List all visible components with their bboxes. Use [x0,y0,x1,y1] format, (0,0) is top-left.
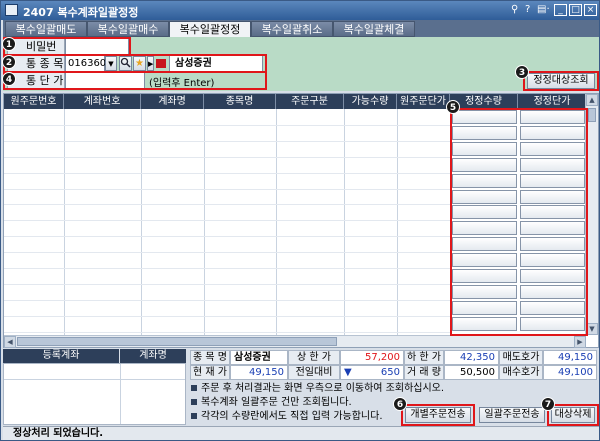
quote-stock-name-label: 종 목 명 [190,350,230,365]
quote-stock-name: 삼성증권 [230,350,288,365]
marker-6: 6 [393,397,407,411]
grid-row-divider [4,252,450,253]
grid-row-divider [4,220,450,221]
help-icon[interactable]: ? [525,4,530,15]
grid-column-divider [141,109,142,335]
tab-bar: 복수일괄매도 복수일괄매수 복수일괄정정 복수일괄취소 복수일괄체결 [3,20,599,38]
bottom-panel: 등록계좌 계좌명 종 목 명 삼성증권 상 한 가 57,200 하 한 가 4… [3,349,599,426]
bullet-icon [191,413,197,419]
marker-7: 7 [541,397,555,411]
highlight-clear [547,404,599,426]
grid-row-divider [4,157,450,158]
tab-batch-fill[interactable]: 복수일괄체결 [333,21,415,37]
grid-row-divider [4,316,450,317]
scroll-thumb[interactable] [588,108,596,122]
order-form: 비밀번호 1 통 종 목 016360 ▼ ★ ▶ 삼성증권 2 통 단 가 (… [2,37,599,91]
highlight-query [523,71,599,91]
tab-batch-sell[interactable]: 복수일괄매도 [5,21,87,37]
highlight-price [3,71,267,90]
volume-value: 50,500 [444,365,499,380]
ask-label: 매도호가 [499,350,543,365]
ask-value: 49,150 [543,350,597,365]
bullet-icon [191,385,197,391]
menu-icon[interactable]: ▤· [537,4,550,15]
hscroll-thumb[interactable] [17,337,337,346]
app-icon [5,4,18,16]
marker-1: 1 [2,37,16,51]
highlight-modify-columns [450,108,588,336]
marker-4: 4 [2,72,16,86]
scroll-up-icon[interactable]: ▲ [586,94,598,106]
bullet-icon [191,399,197,405]
grid-header: 원주문번호 계좌번호 계좌명 종목명 주문구분 가능수량 원주문단가 정정수량 … [4,94,586,109]
horizontal-scrollbar[interactable]: ◀ ▶ [4,335,586,348]
note-3: 각각의 수량란에서도 직접 입력 가능합니다. [191,411,383,423]
grid-column-divider [344,109,345,335]
col-stock-name[interactable]: 종목명 [204,94,276,109]
col-account-no[interactable]: 계좌번호 [64,94,141,109]
main-window: 2407 복수계좌일괄정정 ⚲ ? ▤· _ □ × 복수일괄매도 복수일괄매수… [0,0,600,441]
grid-row-divider [4,236,450,237]
pin-icon[interactable]: ⚲ [511,4,518,15]
marker-3: 3 [515,65,529,79]
bid-label: 매수호가 [499,365,543,380]
col-modify-qty[interactable]: 정정수량 [450,94,518,109]
current-price-value: 49,150 [230,365,288,380]
grid-column-divider [276,109,277,335]
grid-row-divider [4,189,450,190]
col-order-type[interactable]: 주문구분 [276,94,344,109]
current-price-label: 현 재 가 [190,365,230,380]
upper-limit-value: 57,200 [340,350,404,365]
col-orig-order-no[interactable]: 원주문번호 [4,94,64,109]
grid-row-divider [4,125,450,126]
grid-column-divider [64,109,65,335]
upper-limit-label: 상 한 가 [288,350,340,365]
marker-2: 2 [2,55,16,69]
grid-row-divider [4,332,450,333]
registered-account-list[interactable] [3,363,186,425]
col-modify-price[interactable]: 정정단가 [518,94,586,109]
scroll-left-icon[interactable]: ◀ [4,336,16,348]
order-grid: 원주문번호 계좌번호 계좌명 종목명 주문구분 가능수량 원주문단가 정정수량 … [3,93,599,348]
title-bar: 2407 복수계좌일괄정정 ⚲ ? ▤· _ □ × [1,1,599,20]
registered-account-header: 등록계좌 [3,349,119,363]
col-orig-price[interactable]: 원주문단가 [397,94,450,109]
grid-row-divider [4,268,450,269]
grid-row-divider [4,204,450,205]
account-name-header: 계좌명 [120,349,186,363]
close-icon[interactable]: × [584,4,597,16]
grid-column-divider [397,109,398,335]
tab-batch-cancel[interactable]: 복수일괄취소 [251,21,333,37]
change-value: 650 [380,367,400,378]
note-2: 복수계좌 일괄주문 건만 조회됩니다. [191,397,352,409]
batch-order-button[interactable]: 일괄주문전송 [479,407,545,423]
grid-row-divider [4,173,450,174]
tab-batch-modify[interactable]: 복수일괄정정 [169,21,251,38]
volume-label: 거 래 량 [404,365,444,380]
maximize-icon[interactable]: □ [569,4,582,16]
tab-batch-buy[interactable]: 복수일괄매수 [87,21,169,37]
col-account-name[interactable]: 계좌명 [141,94,204,109]
scroll-right-icon[interactable]: ▶ [574,336,586,348]
change-label: 전일대비 [288,365,340,380]
window-title: 2407 복수계좌일괄정정 [23,6,139,19]
down-arrow-icon: ▼ [344,367,352,378]
note-1: 주문 후 처리결과는 화면 우측으로 이동하여 조회하십시오. [191,383,444,395]
marker-5: 5 [446,100,460,114]
lower-limit-value: 42,350 [444,350,499,365]
col-available-qty[interactable]: 가능수량 [344,94,397,109]
minimize-icon[interactable]: _ [554,4,567,16]
change-cell: ▼ 650 [340,365,404,380]
highlight-individual [401,404,475,426]
bid-value: 49,100 [543,365,597,380]
lower-limit-label: 하 한 가 [404,350,444,365]
grid-row-divider [4,300,450,301]
grid-row-divider [4,284,450,285]
grid-column-divider [204,109,205,335]
grid-row-divider [4,141,450,142]
status-bar: 정상처리 되었습니다. [3,426,599,440]
